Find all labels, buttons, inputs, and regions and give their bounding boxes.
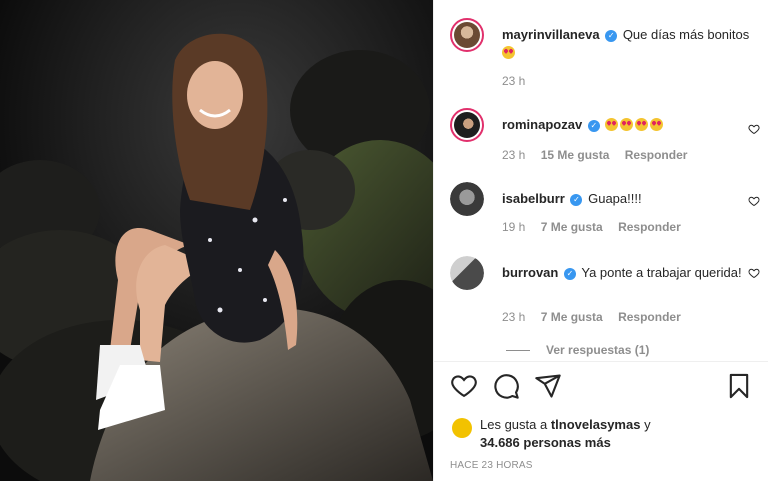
avatar[interactable] <box>450 256 484 290</box>
comment-time[interactable]: 19 h <box>502 220 525 234</box>
liked-by-prefix: Les gusta a <box>480 417 548 432</box>
bookmark-icon[interactable] <box>725 372 753 400</box>
avatar[interactable] <box>450 18 484 52</box>
reply-button[interactable]: Responder <box>618 220 681 234</box>
reply-button[interactable]: Responder <box>618 310 681 324</box>
heart-eyes-emoji <box>635 118 649 131</box>
photo-scene <box>0 0 433 481</box>
comment-meta: 23 h 15 Me gusta Responder <box>502 148 699 162</box>
comment-username[interactable]: rominapozav <box>502 117 582 132</box>
post-photo[interactable] <box>0 0 433 481</box>
comment-time[interactable]: 23 h <box>502 310 525 324</box>
comments-list[interactable]: mayrinvillaneva ✓ Que días más bonitos 2… <box>434 0 768 362</box>
view-replies-label: Ver respuestas (1) <box>546 343 650 357</box>
comment-text: Guapa!!!! <box>588 191 642 206</box>
posted-time[interactable]: HACE 23 HORAS <box>450 460 533 471</box>
comment-likes[interactable]: 15 Me gusta <box>541 148 610 162</box>
comment-time[interactable]: 23 h <box>502 148 525 162</box>
reply-button[interactable]: Responder <box>625 148 688 162</box>
comment-like-heart-icon[interactable] <box>748 195 760 207</box>
heart-eyes-emoji <box>620 118 634 131</box>
comment-username[interactable]: isabelburr <box>502 191 565 206</box>
comment-icon[interactable] <box>492 372 520 400</box>
verified-badge-icon: ✓ <box>605 30 618 42</box>
heart-icon[interactable] <box>450 372 478 400</box>
verified-badge-icon: ✓ <box>570 194 583 206</box>
liked-by-count[interactable]: 34.686 personas más <box>480 435 611 450</box>
liker-avatar[interactable] <box>452 418 472 438</box>
comment-meta: 23 h 7 Me gusta Responder <box>502 310 693 324</box>
comment-username[interactable]: burrovan <box>502 265 558 280</box>
verified-badge-icon: ✓ <box>587 120 600 132</box>
caption-text: Que días más bonitos <box>622 27 750 42</box>
comment-meta: 19 h 7 Me gusta Responder <box>502 220 693 234</box>
liked-by-user[interactable]: tlnovelasymas <box>551 417 641 432</box>
caption-time[interactable]: 23 h <box>502 74 525 88</box>
liked-by-suffix: y <box>644 417 651 432</box>
caption-username[interactable]: mayrinvillaneva <box>502 27 600 42</box>
replies-divider <box>506 350 530 352</box>
caption-meta: 23 h <box>502 74 537 88</box>
avatar[interactable] <box>450 108 484 142</box>
comment-likes[interactable]: 7 Me gusta <box>541 310 603 324</box>
action-bar <box>450 372 753 402</box>
comment-likes[interactable]: 7 Me gusta <box>541 220 603 234</box>
heart-eyes-emoji <box>650 118 664 131</box>
heart-eyes-emoji <box>605 118 619 131</box>
avatar[interactable] <box>450 182 484 216</box>
comment-like-heart-icon[interactable] <box>748 123 760 135</box>
verified-badge-icon: ✓ <box>563 268 576 280</box>
heart-eyes-emoji <box>502 46 515 59</box>
share-icon[interactable] <box>534 372 562 400</box>
post-detail-panel: mayrinvillaneva ✓ Que días más bonitos 2… <box>433 0 768 481</box>
view-replies-button[interactable]: Ver respuestas (1) <box>506 343 649 357</box>
comment-like-heart-icon[interactable] <box>748 267 760 279</box>
comment-text: Ya ponte a trabajar querida! <box>581 265 742 280</box>
